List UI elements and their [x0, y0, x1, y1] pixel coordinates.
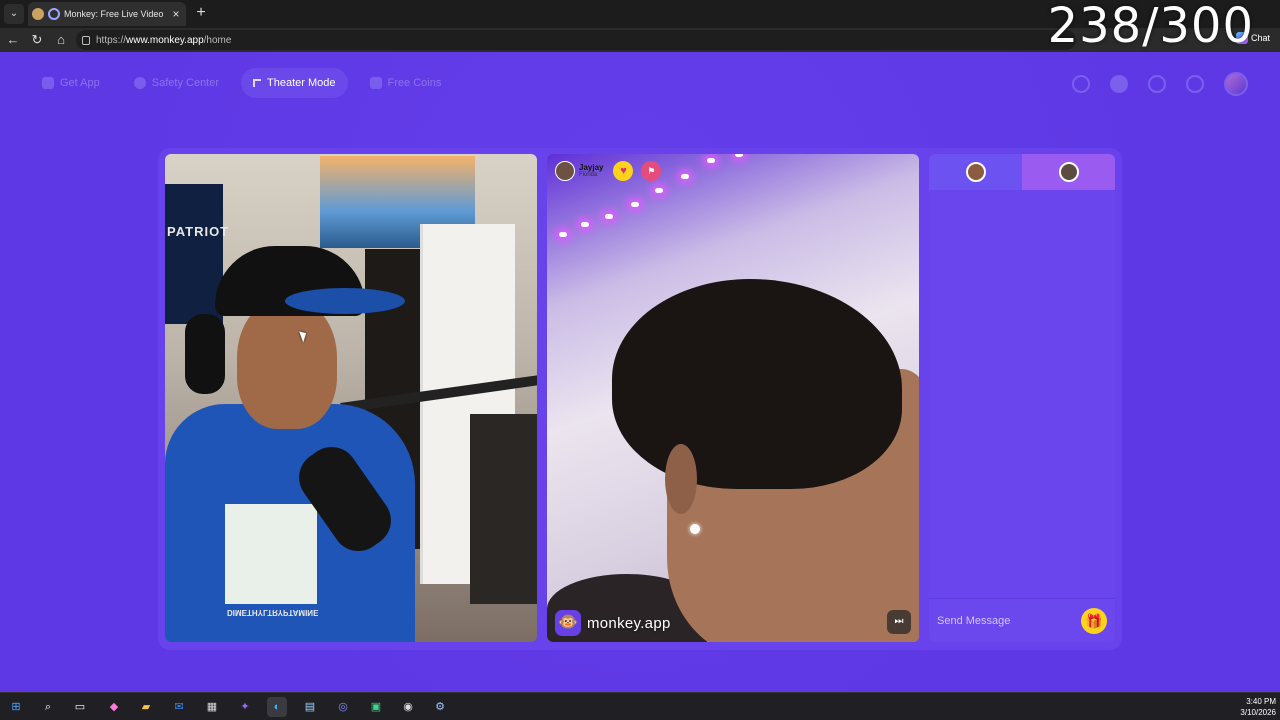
peer-ear	[665, 444, 697, 514]
earring	[690, 524, 700, 534]
close-tab-icon[interactable]: ×	[170, 7, 182, 21]
obs-icon[interactable]: ◉	[398, 697, 418, 717]
shirt-text: DIMETHYLTRYPTAMINE	[227, 608, 319, 617]
video-stage: PATRIOT DIMETHYLTRYPTAMINE Jayjay Florid…	[158, 148, 1122, 650]
top-right-icons	[1072, 72, 1248, 96]
chat-tab-self[interactable]	[929, 154, 1022, 190]
tab-title: Monkey: Free Live Video Chat	[64, 9, 166, 19]
messages-icon[interactable]	[1186, 75, 1204, 93]
clock-time: 3:40 PM	[1246, 697, 1276, 706]
shelf	[470, 414, 537, 604]
skip-next-button[interactable]: ⏭	[887, 610, 911, 634]
clock: 3:40 PM 3/10/2026	[1240, 696, 1276, 718]
home-icon[interactable]: ⌂	[52, 31, 70, 49]
nav-get-app[interactable]: Get App	[30, 68, 112, 98]
chat-tab-peer[interactable]	[1022, 154, 1115, 190]
person-face	[237, 299, 337, 429]
top-nav: Get App Safety Center Theater Mode Free …	[30, 68, 453, 98]
search-taskbar-icon[interactable]: ⌕	[38, 697, 58, 717]
monkey-watermark: 🐵 monkey.app	[555, 610, 671, 636]
nav-label: Free Coins	[387, 77, 442, 89]
self-avatar	[965, 162, 986, 182]
edge-icon[interactable]: ◐	[267, 697, 287, 717]
shield-icon	[133, 77, 146, 89]
nav-label: Theater Mode	[267, 77, 336, 89]
self-video: PATRIOT DIMETHYLTRYPTAMINE	[165, 154, 537, 642]
banner-text: PATRIOT	[167, 224, 230, 239]
nav-free-coins[interactable]: Free Coins	[358, 68, 454, 98]
browser-tab[interactable]: Monkey: Free Live Video Chat ×	[28, 2, 186, 26]
send-message-input[interactable]	[937, 614, 1081, 627]
chat-tabs	[929, 154, 1115, 190]
task-view-icon[interactable]: ▭	[70, 697, 90, 717]
led-light	[559, 232, 567, 237]
m365-icon[interactable]: ✦	[235, 697, 255, 717]
overlay-counter: 238/300	[1047, 0, 1254, 54]
led-light	[735, 154, 743, 157]
steam-icon[interactable]: ⚙	[430, 697, 450, 717]
tab-list-icon[interactable]: ⌄	[4, 4, 24, 24]
monkey-logo-icon: 🐵	[555, 610, 581, 636]
shirt-print: DIMETHYLTRYPTAMINE	[225, 504, 318, 617]
search-icon[interactable]	[1072, 75, 1090, 93]
peer-location: Florida	[579, 172, 598, 178]
person-cap	[215, 246, 405, 316]
nav-safety-center[interactable]: Safety Center	[122, 68, 231, 98]
history-icon[interactable]	[1148, 75, 1166, 93]
peer-video: Jayjay Florida ♥ ⚑ 🐵 monkey.app ⏭	[547, 154, 919, 642]
app-icon[interactable]: ▣	[366, 697, 386, 717]
windows-taskbar: ⊞ ⌕ ▭ ◆ ▰ ✉ ▦ ✦ ◐ ▤ ◎ ▣ ◉ ⚙ 3:40 PM 3/10…	[0, 692, 1280, 720]
nav-theater-mode[interactable]: Theater Mode	[241, 68, 348, 98]
start-icon[interactable]: ⊞	[6, 697, 26, 717]
brand-text: monkey.app	[587, 614, 671, 632]
url-prefix: https://	[96, 34, 127, 46]
clock-date: 3/10/2026	[1240, 708, 1276, 717]
phone-icon	[42, 77, 54, 89]
peer-avatar	[555, 161, 575, 181]
report-flag-icon[interactable]: ⚑	[641, 161, 662, 181]
url-field[interactable]: https://www.monkey.app/home	[76, 30, 1076, 50]
nav-label: Safety Center	[151, 77, 220, 89]
chat-panel: 🎁	[929, 154, 1115, 642]
send-message-row: 🎁	[929, 598, 1115, 642]
gift-icon[interactable]: 🎁	[1081, 607, 1107, 634]
peer-info[interactable]: Jayjay Florida ♥ ⚑	[555, 161, 662, 181]
led-light	[631, 202, 639, 207]
peer-name: Jayjay	[579, 163, 604, 172]
lock-icon	[82, 35, 90, 45]
headset	[185, 314, 225, 394]
discord-icon[interactable]: ◎	[333, 697, 353, 717]
expand-icon	[253, 79, 262, 87]
led-light	[681, 174, 689, 179]
new-tab-button[interactable]: +	[192, 4, 210, 22]
store-icon[interactable]: ▦	[202, 697, 222, 717]
gift-box-icon	[369, 77, 382, 89]
notepad-icon[interactable]: ▤	[300, 697, 320, 717]
led-light	[605, 214, 613, 219]
loading-icon	[48, 8, 60, 20]
monkey-page: Get App Safety Center Theater Mode Free …	[0, 52, 1280, 692]
peer-hair	[612, 279, 902, 489]
copilot-taskbar-icon[interactable]: ◆	[104, 697, 124, 717]
back-icon[interactable]: ←	[4, 31, 22, 49]
monkey-favicon-icon	[32, 8, 44, 20]
led-light	[581, 222, 589, 227]
outlook-icon[interactable]: ✉	[169, 697, 189, 717]
heart-icon[interactable]: ♥	[613, 161, 634, 181]
profile-avatar[interactable]	[1224, 72, 1248, 96]
file-explorer-icon[interactable]: ▰	[136, 697, 156, 717]
nav-label: Get App	[60, 77, 100, 89]
coins-icon[interactable]	[1110, 75, 1128, 93]
url-path: /home	[203, 34, 232, 46]
peer-chat-avatar	[1058, 162, 1079, 182]
led-light	[655, 188, 663, 193]
refresh-icon[interactable]: ↻	[28, 31, 46, 49]
url-domain: www.monkey.app	[126, 34, 204, 46]
led-light	[707, 158, 715, 163]
